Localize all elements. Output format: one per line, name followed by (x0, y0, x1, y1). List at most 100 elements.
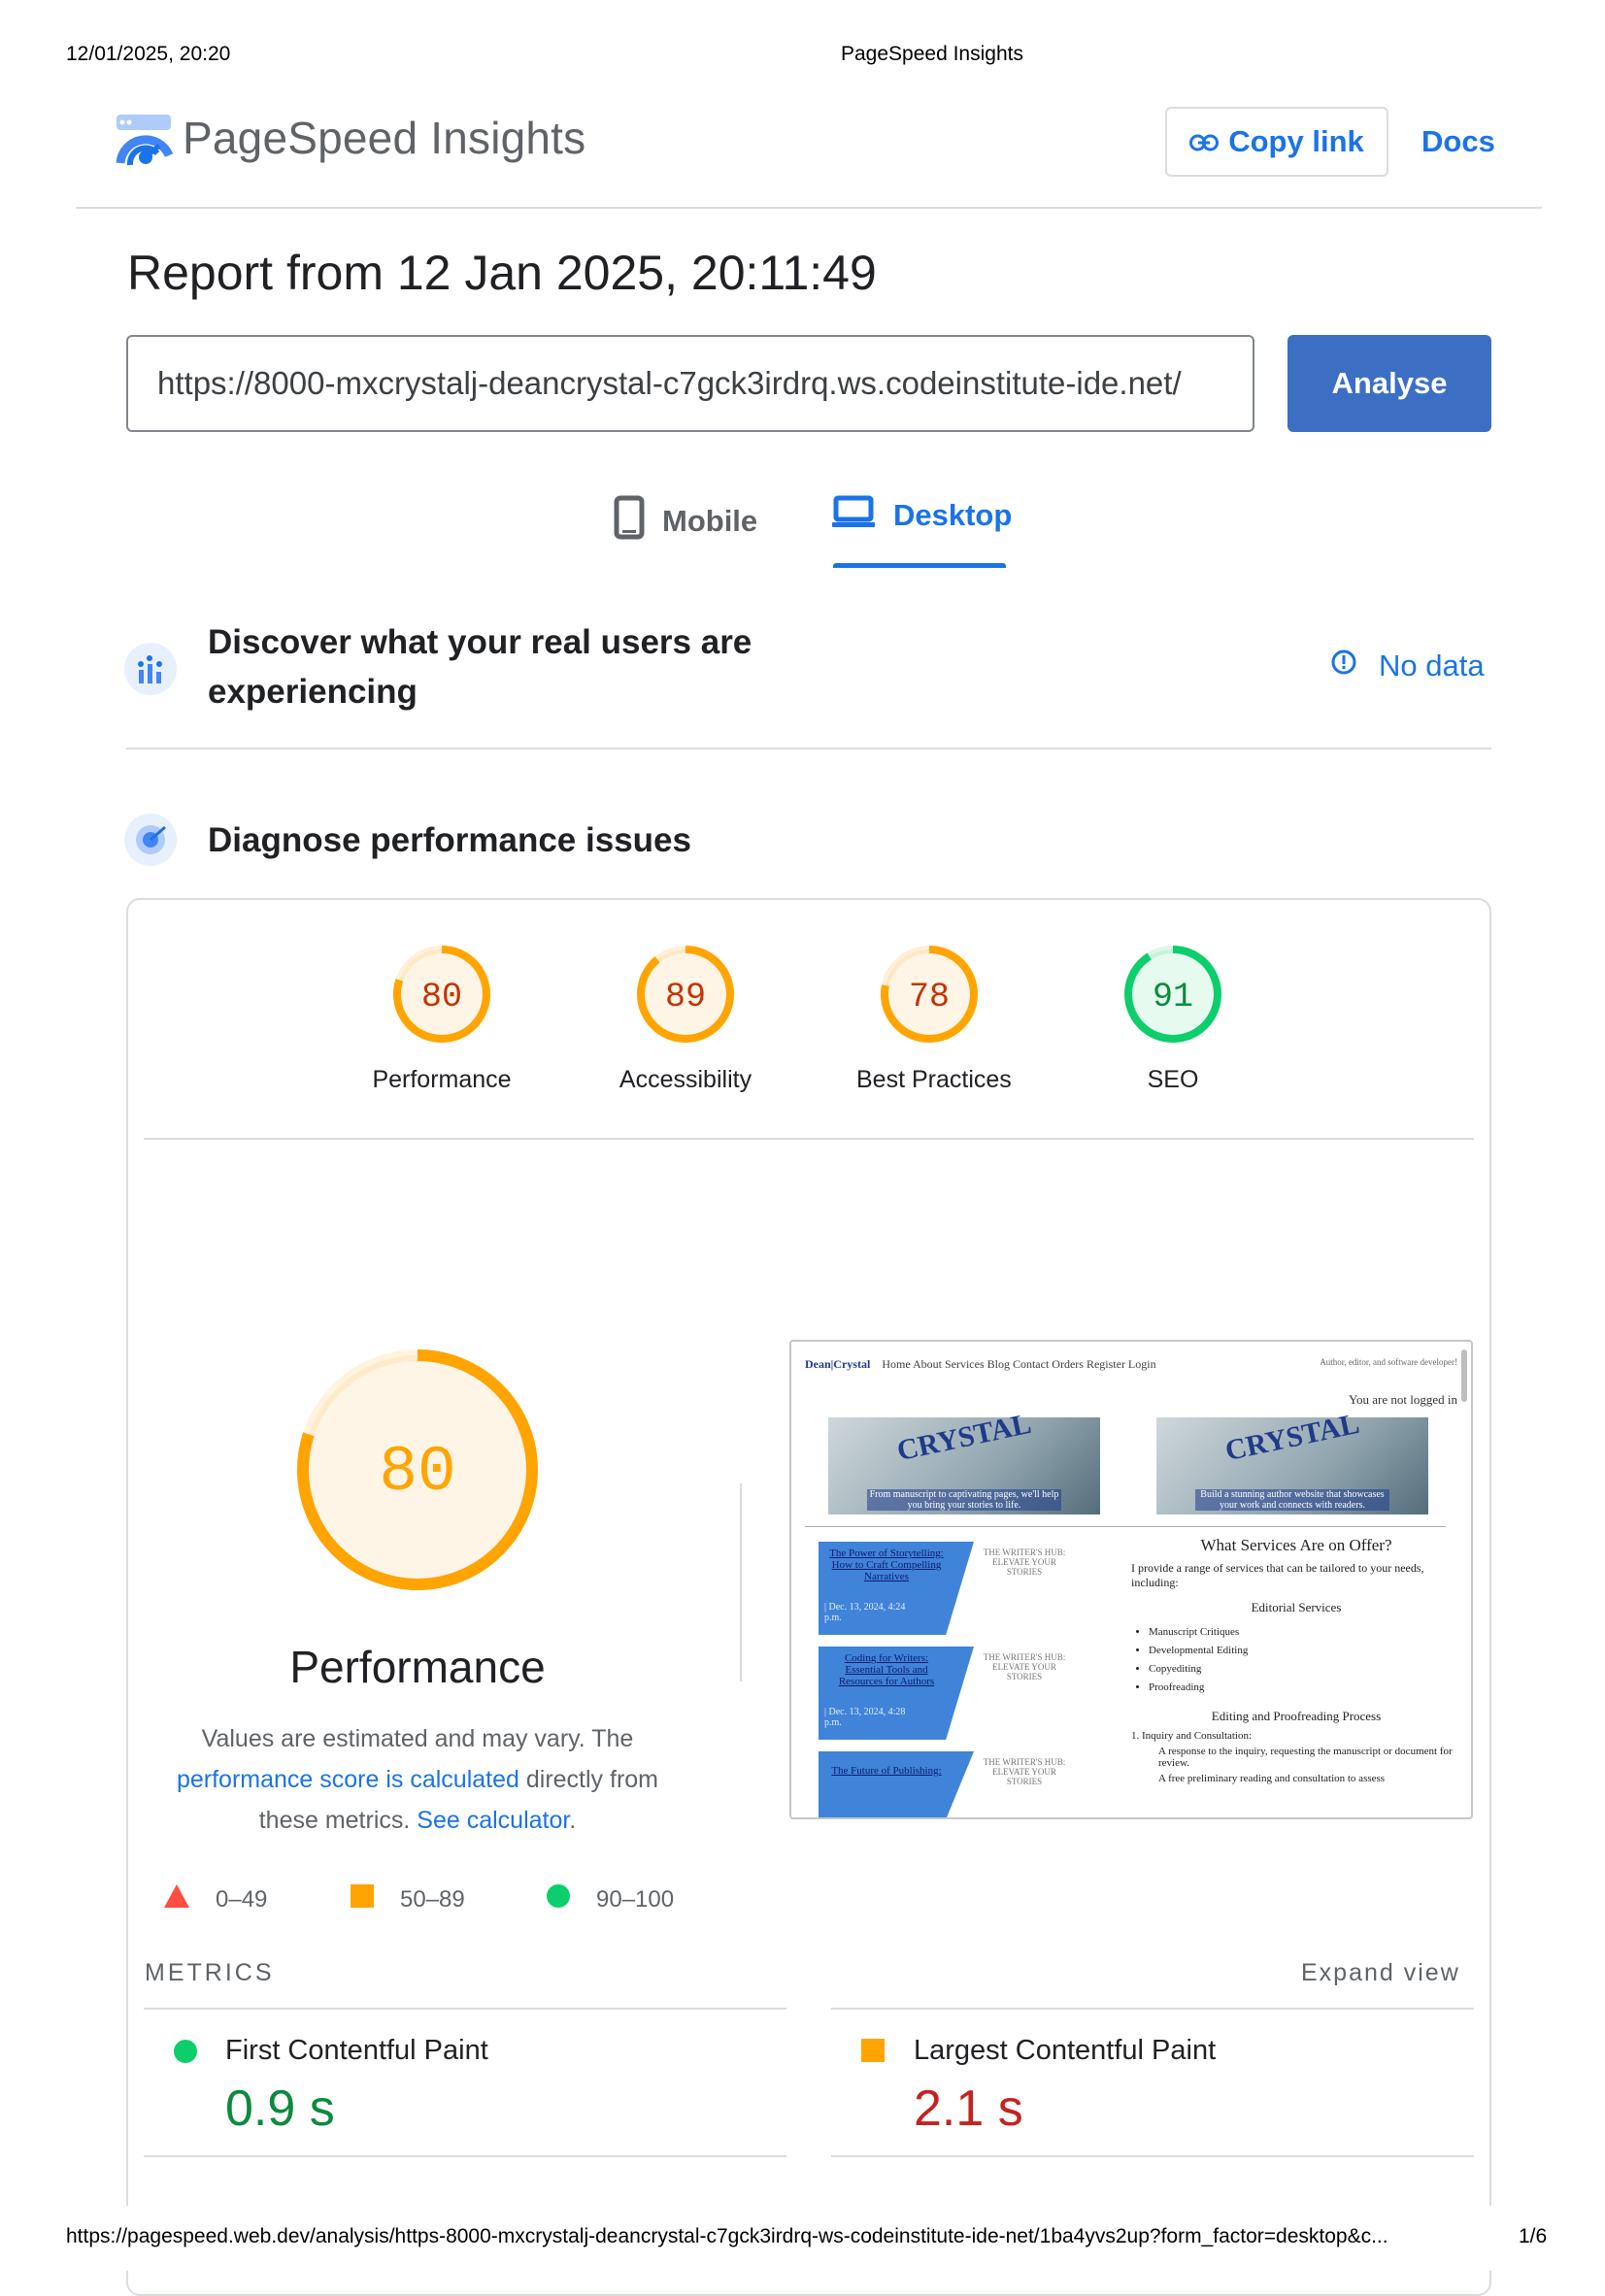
thumb-post-card: Coding for Writers: Essential Tools and … (819, 1647, 974, 1740)
section-divider (126, 748, 1491, 749)
performance-title: Performance (289, 1642, 546, 1692)
legend-pass-label: 90–100 (596, 1885, 675, 1913)
metric-fcp-name: First Contentful Paint (225, 2035, 488, 2066)
desc-text-2: directly from (518, 1766, 659, 1793)
score-gauge-accessibility[interactable]: 89 Accessibility (613, 944, 758, 1094)
gauge-label: Performance (372, 1066, 512, 1093)
green-circle-icon (546, 1883, 571, 1915)
analyse-button[interactable]: Analyse (1287, 335, 1491, 432)
thumb-process-heading: Editing and Proofreading Process (1211, 1709, 1382, 1723)
lcp-average-icon (861, 2039, 885, 2067)
thumb-logged-status: You are not logged in (1348, 1392, 1457, 1407)
thumb-service-item: Manuscript Critiques (1149, 1623, 1461, 1642)
metrics-heading: METRICS (145, 1959, 275, 1986)
vertical-divider (740, 1483, 742, 1681)
thumb-caption-right: Build a stunning author website that sho… (1195, 1489, 1389, 1511)
gauge-score-value: 80 (421, 978, 462, 1016)
gauge-ring: 78 (881, 946, 978, 1043)
gauge-score-value: 89 (665, 978, 706, 1016)
metrics-row-divider-right (831, 2155, 1474, 2157)
thumb-editorial-heading: Editorial Services (1251, 1600, 1342, 1614)
metrics-row-divider-left (144, 2155, 786, 2157)
expand-view-toggle[interactable]: Expand view (1301, 1959, 1460, 1987)
gauge-ring: 80 (393, 946, 490, 1043)
score-gauge-performance[interactable]: 80 Performance (369, 944, 515, 1094)
thumb-services-intro: I provide a range of services that can b… (1131, 1561, 1424, 1589)
thumb-post-card: The Future of Publishing: (819, 1751, 974, 1817)
tab-mobile-label: Mobile (662, 504, 758, 538)
thumb-caption-left: From manuscript to captivating pages, we… (867, 1489, 1061, 1511)
tab-desktop[interactable]: Desktop (831, 495, 1012, 536)
metric-fcp-value: 0.9 s (225, 2080, 335, 2137)
performance-score-value: 80 (379, 1436, 455, 1509)
thumb-hub-label: THE WRITER'S HUB: ELEVATE YOUR STORIES (983, 1757, 1066, 1786)
copy-link-label: Copy link (1228, 124, 1364, 158)
gauge-score-value: 78 (909, 978, 950, 1016)
diagnose-title: Diagnose performance issues (208, 821, 691, 859)
url-input[interactable] (126, 335, 1254, 432)
thumb-post-card: The Power of Storytelling: How to Craft … (819, 1542, 974, 1635)
gauge-label: Accessibility (619, 1066, 752, 1093)
thumb-service-item: Copyediting (1149, 1660, 1461, 1679)
link-icon (1189, 124, 1220, 159)
thumb-post-title: The Power of Storytelling: How to Craft … (829, 1547, 944, 1582)
print-footer-url: https://pagespeed.web.dev/analysis/https… (66, 2225, 1388, 2247)
gauge-label: Best Practices (856, 1066, 1012, 1093)
fcp-pass-icon (173, 2039, 198, 2069)
see-calculator-link[interactable]: See calculator (417, 1807, 569, 1834)
pagespeed-logo-icon[interactable] (115, 113, 175, 169)
legend-average-label: 50–89 (400, 1885, 465, 1913)
desc-text-4: . (569, 1807, 577, 1834)
score-gauge-seo[interactable]: 91 SEO (1100, 944, 1246, 1094)
field-data-title: Discover what your real users are experi… (208, 617, 752, 716)
laptop-icon (831, 495, 876, 536)
tab-mobile[interactable]: Mobile (614, 495, 757, 548)
thumb-divider (805, 1526, 1446, 1527)
print-title: PageSpeed Insights (841, 43, 1023, 65)
red-triangle-icon (163, 1883, 190, 1915)
thumb-step1: 1. Inquiry and Consultation: (1131, 1730, 1253, 1742)
no-data-label: No data (1379, 649, 1485, 682)
score-calculated-link[interactable]: performance score is calculated (177, 1766, 519, 1793)
gauge-score-value: 91 (1153, 978, 1193, 1016)
thumb-hero-left: CRYSTAL From manuscript to captivating p… (828, 1408, 1100, 1514)
thumb-step1b: A free preliminary reading and consultat… (1158, 1773, 1386, 1784)
legend-pass: 90–100 (546, 1883, 674, 1915)
copy-link-button[interactable]: Copy link (1165, 107, 1388, 177)
thumb-step1a: A response to the inquiry, requesting th… (1158, 1746, 1453, 1769)
gauge-label: SEO (1147, 1066, 1199, 1093)
docs-link[interactable]: Docs (1421, 124, 1495, 159)
thumb-services-title: What Services Are on Offer? (1200, 1536, 1392, 1554)
metrics-divider-left (144, 2008, 786, 2010)
thumb-scrollbar (1461, 1349, 1467, 1402)
thumb-nav: Home About Services Blog Contact Orders … (882, 1357, 1156, 1371)
thumb-tagline: Author, editor, and software developer! (1320, 1357, 1457, 1367)
print-footer-page: 1/6 (1519, 2225, 1548, 2247)
phone-icon (614, 495, 645, 548)
thumb-post-title: The Future of Publishing: (831, 1765, 942, 1777)
metric-lcp-name: Largest Contentful Paint (914, 2035, 1217, 2066)
thumb-post-date: | Dec. 13, 2024, 4:24 p.m. (824, 1602, 906, 1623)
tab-desktop-label: Desktop (893, 498, 1013, 532)
thumb-hub-label: THE WRITER'S HUB: ELEVATE YOUR STORIES (983, 1652, 1066, 1681)
field-data-title-line2: experiencing (208, 673, 418, 711)
diagnose-icon (124, 814, 177, 871)
metrics-divider-right (831, 2008, 1474, 2010)
score-gauge-best-practices[interactable]: 78 Best Practices (856, 944, 1012, 1094)
brand-title[interactable]: PageSpeed Insights (183, 112, 585, 164)
performance-gauge-large: 80 (293, 1346, 542, 1599)
thumb-hero-right: CRYSTAL Build a stunning author website … (1156, 1408, 1428, 1514)
legend-average: 50–89 (350, 1883, 465, 1915)
desc-text-1: Values are estimated and may vary. The (201, 1725, 634, 1752)
field-data-title-line1: Discover what your real users are (208, 623, 752, 661)
page-screenshot-thumbnail: Dean|Crystal Home About Services Blog Co… (789, 1340, 1473, 1819)
no-data-status[interactable]: No data (1330, 649, 1485, 683)
gauges-divider (144, 1138, 1474, 1140)
metric-lcp-value: 2.1 s (914, 2080, 1023, 2137)
desc-text-3: these metrics. (258, 1807, 418, 1834)
thumb-service-item: Proofreading (1149, 1679, 1461, 1697)
thumb-hub-label: THE WRITER'S HUB: ELEVATE YOUR STORIES (983, 1547, 1066, 1577)
orange-square-icon (350, 1883, 375, 1915)
print-datetime: 12/01/2025, 20:20 (66, 43, 231, 65)
info-icon (1330, 649, 1357, 683)
